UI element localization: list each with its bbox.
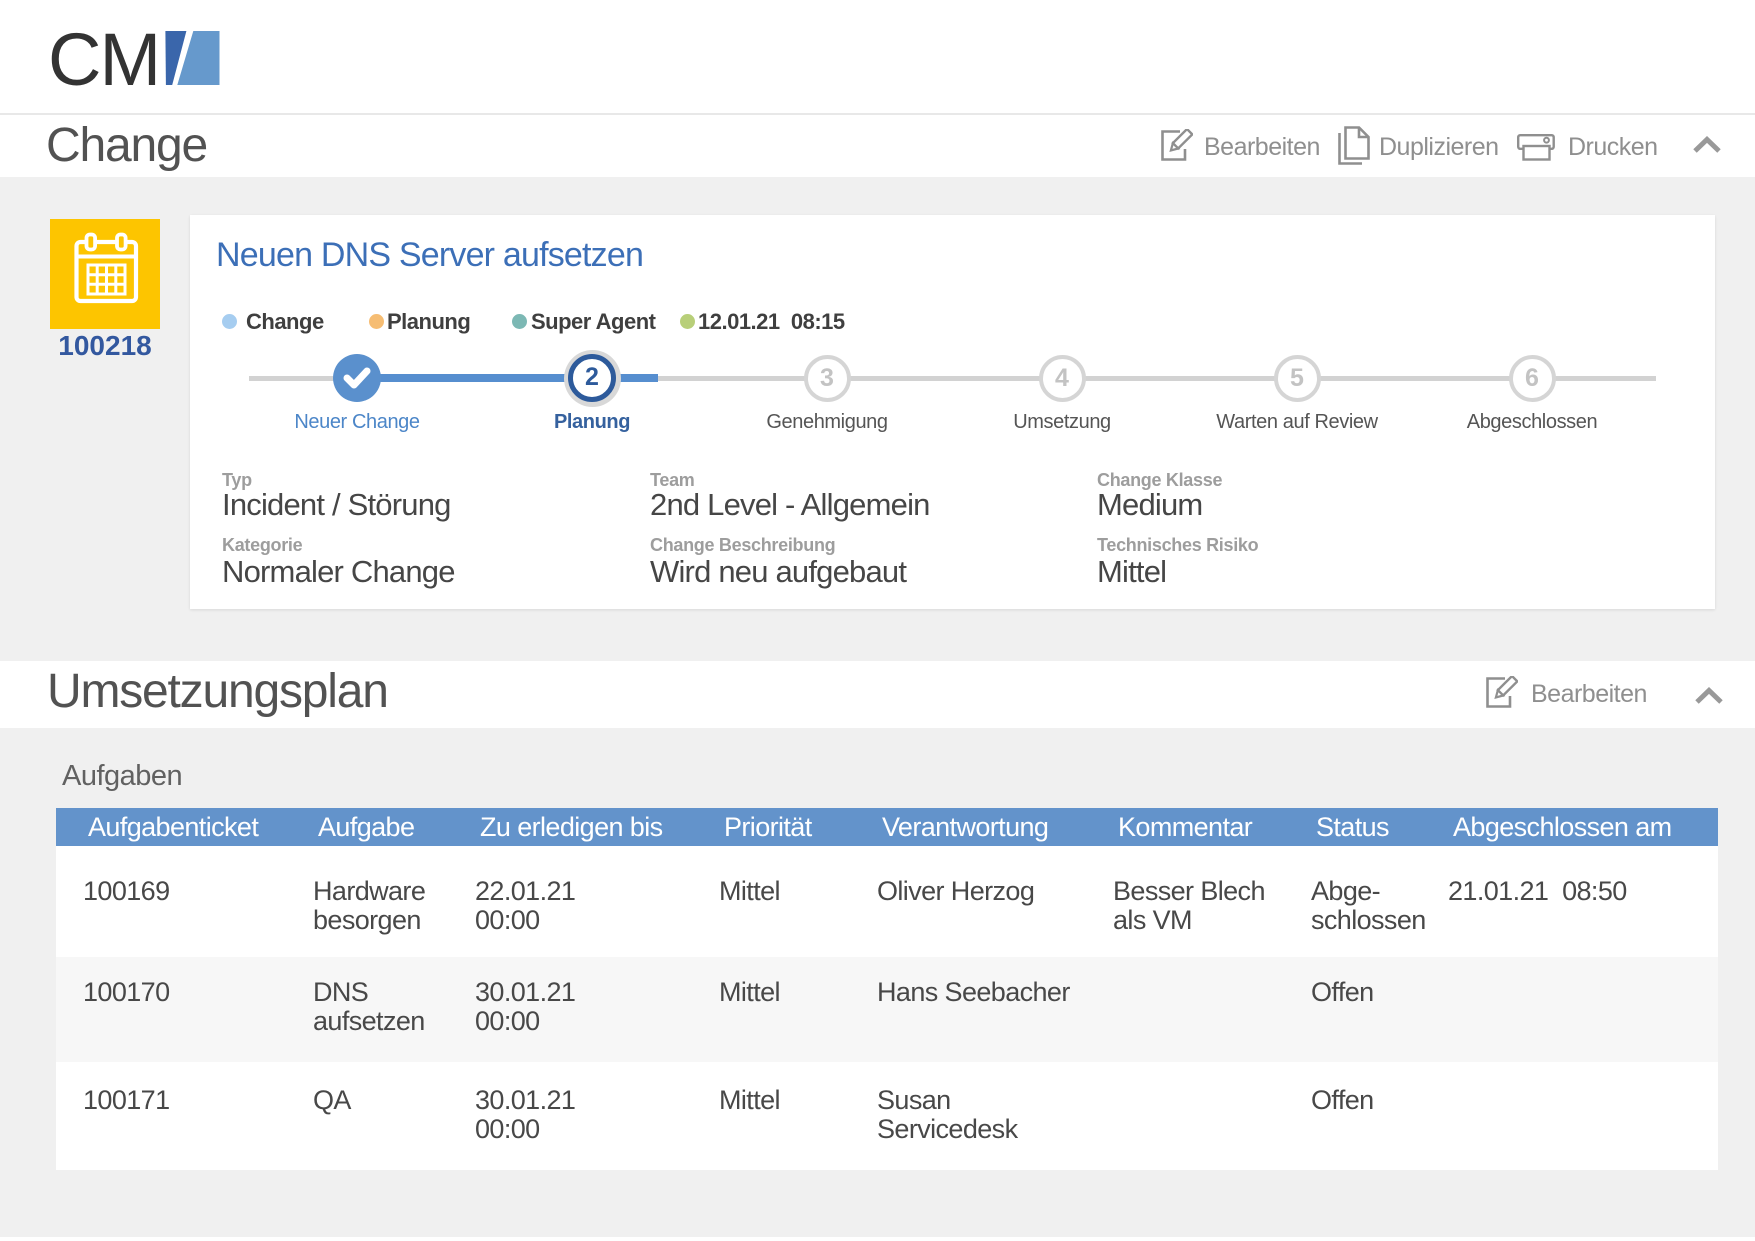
svg-text:CM: CM bbox=[48, 31, 159, 87]
